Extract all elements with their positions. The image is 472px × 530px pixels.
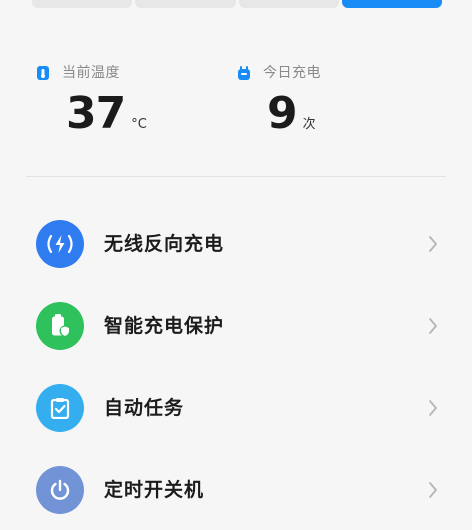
chevron-right-icon [429,400,437,416]
menu-item-smart-charging-protection[interactable]: 智能充电保护 [0,284,472,366]
tab-4-active[interactable] [341,0,442,8]
charge-count-label: 今日充电 [263,65,321,81]
charge-count-value: 9 [267,88,298,139]
segmented-tabs [32,0,442,8]
chevron-right-icon [429,482,437,498]
tab-2[interactable] [135,0,236,8]
temperature-value: 37 [66,88,126,139]
chevron-right-icon [429,318,437,334]
menu-item-label: 智能充电保护 [104,315,225,337]
chevron-right-icon [429,236,437,252]
menu-item-label: 自动任务 [104,397,185,419]
tab-1[interactable] [32,0,133,8]
power-icon [36,466,84,514]
menu-item-label: 无线反向充电 [104,233,225,255]
clipboard-check-icon [36,384,84,432]
battery-shield-icon [36,302,84,350]
tab-3[interactable] [238,0,339,8]
temperature-unit: °C [131,117,147,132]
menu-item-label: 定时开关机 [104,479,205,501]
settings-menu: 无线反向充电 智能充电保护 自动任务 定时开关机 [0,202,472,530]
thermometer-icon [36,65,50,80]
divider [26,176,446,177]
temperature-label: 当前温度 [62,65,120,81]
charge-count-unit: 次 [302,117,316,132]
menu-item-wireless-reverse-charging[interactable]: 无线反向充电 [0,202,472,284]
temperature-stat: 当前温度 37 °C [36,62,147,136]
wireless-charge-icon [36,220,84,268]
plug-icon [237,65,251,80]
menu-item-scheduled-power[interactable]: 定时开关机 [0,448,472,530]
menu-item-auto-tasks[interactable]: 自动任务 [0,366,472,448]
charge-count-stat: 今日充电 9 次 [237,62,321,136]
